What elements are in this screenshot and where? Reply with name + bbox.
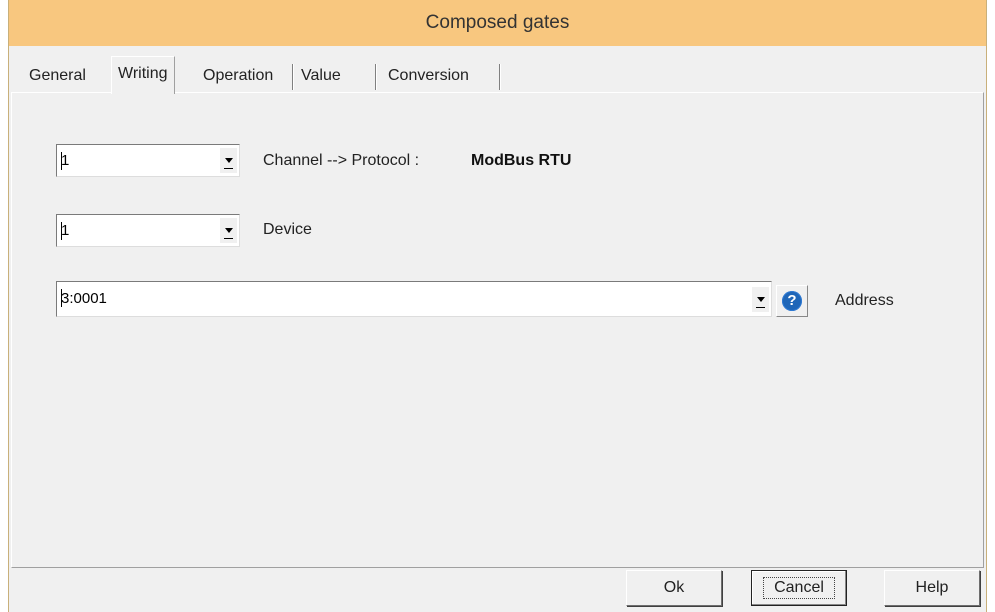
- tab-writing[interactable]: Writing: [111, 56, 175, 94]
- writing-panel: 1 Channel --> Protocol : ModBus RTU 1 De…: [11, 92, 984, 568]
- protocol-value: ModBus RTU: [471, 152, 572, 169]
- ok-button[interactable]: Ok: [626, 570, 722, 606]
- chevron-down-icon[interactable]: [220, 218, 237, 243]
- title-bar[interactable]: Composed gates: [9, 0, 986, 46]
- tab-value[interactable]: Value: [301, 60, 341, 92]
- tab-separator: [292, 64, 293, 90]
- cancel-button[interactable]: Cancel: [751, 570, 847, 606]
- tab-strip: General Writing Operation Value Conversi…: [9, 56, 986, 94]
- address-value: 3:0001: [61, 290, 107, 307]
- tab-conversion[interactable]: Conversion: [388, 60, 469, 92]
- help-button[interactable]: Help: [884, 570, 980, 606]
- address-label: Address: [835, 292, 894, 309]
- tab-separator: [499, 64, 500, 90]
- tab-operation[interactable]: Operation: [203, 60, 273, 92]
- device-label: Device: [263, 221, 312, 238]
- tab-separator: [375, 64, 376, 90]
- window-title: Composed gates: [425, 12, 570, 33]
- channel-select[interactable]: 1: [56, 144, 240, 177]
- address-help-button[interactable]: ?: [776, 285, 808, 317]
- chevron-down-icon[interactable]: [220, 148, 237, 173]
- chevron-down-icon[interactable]: [752, 287, 769, 312]
- channel-protocol-label: Channel --> Protocol :: [263, 152, 420, 169]
- button-bar: Ok Cancel Help: [9, 568, 986, 612]
- question-circle-icon: ?: [782, 291, 802, 311]
- device-select[interactable]: 1: [56, 214, 240, 247]
- tab-general[interactable]: General: [29, 60, 86, 92]
- dialog-window: Composed gates General Writing Operation…: [8, 0, 987, 612]
- address-select[interactable]: 3:0001: [56, 281, 772, 317]
- device-value: 1: [61, 222, 70, 239]
- channel-value: 1: [61, 152, 70, 169]
